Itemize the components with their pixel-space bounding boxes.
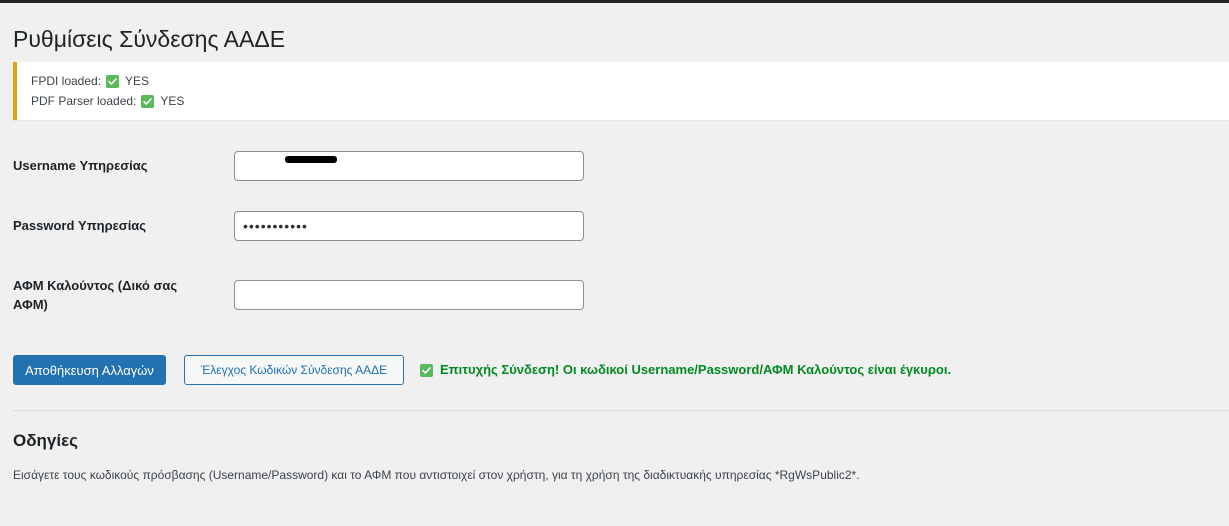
username-label: Username Υπηρεσίας: [13, 158, 148, 173]
password-label: Password Υπηρεσίας: [13, 218, 147, 233]
afm-label: ΑΦΜ Καλούντος (Δικό σας ΑΦΜ): [13, 278, 178, 312]
fpdi-status-value: YES: [125, 74, 150, 88]
password-field[interactable]: •••••••••••: [234, 211, 584, 241]
instructions-title: Οδηγίες: [13, 431, 79, 450]
fpdi-status: FPDI loaded: YES: [31, 73, 149, 89]
connection-success-message: Επιτυχής Σύνδεση! Οι κωδικοί Username/Pa…: [420, 362, 951, 378]
check-mark-icon: [106, 74, 120, 88]
redacted-username: [285, 156, 337, 163]
save-changes-button[interactable]: Αποθήκευση Αλλαγών: [13, 355, 166, 385]
test-credentials-button[interactable]: Έλεγχος Κωδικών Σύνδεσης ΑΑΔΕ: [184, 355, 404, 385]
admin-top-bar: [0, 0, 1229, 3]
check-mark-icon: [141, 94, 155, 108]
afm-field[interactable]: [234, 280, 584, 310]
instructions-text: Εισάγετε τους κωδικούς πρόσβασης (Userna…: [13, 468, 860, 482]
success-text: Επιτυχής Σύνδεση! Οι κωδικοί Username/Pa…: [440, 362, 952, 377]
pdf-parser-status-label: PDF Parser loaded:: [31, 94, 137, 108]
password-mask: •••••••••••: [243, 218, 308, 234]
page-title: Ρυθμίσεις Σύνδεσης ΑΑΔΕ: [13, 26, 286, 52]
check-mark-icon: [420, 363, 433, 377]
pdf-parser-status-value: YES: [160, 94, 185, 108]
fpdi-status-label: FPDI loaded:: [31, 74, 102, 88]
section-divider: [13, 410, 1229, 411]
pdf-parser-status: PDF Parser loaded: YES: [31, 93, 184, 109]
library-status-notice: FPDI loaded: YES PDF Parser loaded: YES: [13, 62, 1229, 120]
